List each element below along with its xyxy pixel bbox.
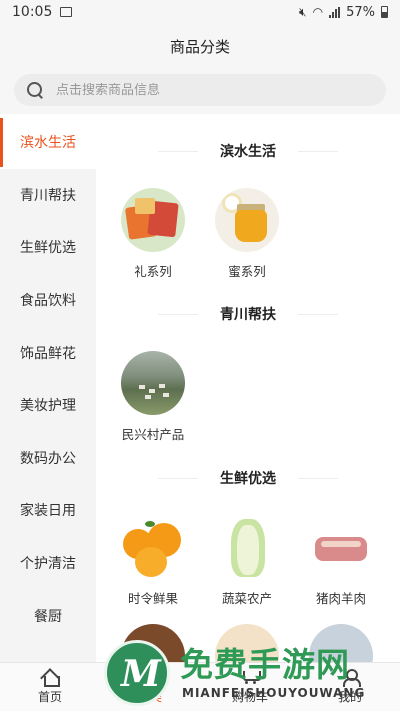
- category-icon: [141, 669, 159, 685]
- category-item-label: 猪肉羊肉: [315, 591, 366, 606]
- honey-jar-image: [215, 188, 279, 252]
- category-item-label: 民兴村产品: [121, 427, 185, 442]
- search-bar[interactable]: [14, 74, 386, 106]
- category-item-partial[interactable]: [106, 624, 200, 662]
- category-item-minxing-village[interactable]: 民兴村产品: [106, 351, 200, 443]
- search-bar-container: [0, 68, 400, 114]
- battery-icon: [381, 6, 388, 18]
- signal-icon: [329, 6, 341, 18]
- sidebar-item-food-drinks[interactable]: 食品饮料: [0, 274, 96, 327]
- eggs-image: [215, 624, 279, 662]
- category-item-gift[interactable]: 礼系列: [106, 188, 200, 280]
- search-icon: [26, 81, 44, 99]
- product-image: [121, 624, 185, 662]
- sidebar-item-personal-cleaning[interactable]: 个护清洁: [0, 537, 96, 590]
- section-title: 滨水生活: [96, 141, 400, 161]
- sidebar-item-label: 青川帮扶: [20, 187, 76, 204]
- status-bar: 10:05 🔇︎ ◠ 57%: [0, 0, 400, 24]
- tab-category[interactable]: 分类: [100, 663, 200, 711]
- sidebar-item-label: 餐厨: [34, 608, 62, 625]
- category-content: 滨水生活 礼系列 蜜系列 青川帮扶 民兴村产品 生鲜优选 时令鲜果 蔬菜农产 猪…: [96, 116, 400, 662]
- tab-label: 首页: [37, 690, 62, 704]
- sidebar-item-accessories-flowers[interactable]: 饰品鲜花: [0, 326, 96, 379]
- category-item-pork-mutton[interactable]: 猪肉羊肉: [294, 515, 388, 607]
- bottom-tab-bar: 首页 分类 购物车 我的: [0, 662, 400, 711]
- category-item-label: 蔬菜农产: [221, 591, 272, 606]
- section-title: 生鲜优选: [96, 468, 400, 488]
- sidebar-item-qingchuan-aid[interactable]: 青川帮扶: [0, 169, 96, 222]
- category-item-honey[interactable]: 蜜系列: [200, 188, 294, 280]
- sidebar-item-beauty-care[interactable]: 美妆护理: [0, 379, 96, 432]
- status-right: 🔇︎ ◠ 57%: [299, 5, 388, 20]
- battery-percent: 57%: [346, 4, 375, 20]
- category-sidebar: 滨水生活 青川帮扶 生鲜优选 食品饮料 饰品鲜花 美妆护理 数码办公 家装日用 …: [0, 116, 96, 662]
- search-input[interactable]: [56, 82, 374, 98]
- sidebar-item-label: 美妆护理: [20, 398, 76, 415]
- section-title: 青川帮扶: [96, 304, 400, 324]
- pork-image: [309, 515, 373, 579]
- mute-icon: 🔇︎: [299, 4, 307, 19]
- sidebar-item-label: 饰品鲜花: [20, 345, 76, 362]
- sidebar-item-label: 家装日用: [20, 503, 76, 520]
- orange-image: [121, 515, 185, 579]
- page-header: 商品分类: [0, 24, 400, 68]
- gift-box-image: [121, 188, 185, 252]
- home-icon: [41, 669, 60, 687]
- tab-profile[interactable]: 我的: [300, 663, 400, 711]
- category-item-label: 时令鲜果: [127, 591, 178, 606]
- status-time: 10:05: [12, 4, 53, 20]
- tab-label: 我的: [337, 690, 362, 704]
- category-item-label: 礼系列: [134, 264, 172, 279]
- sidebar-item-label: 数码办公: [20, 450, 76, 467]
- tab-label: 购物车: [231, 690, 268, 704]
- sidebar-item-label: 生鲜优选: [20, 240, 76, 257]
- image-notification-icon: [60, 7, 73, 17]
- tab-home[interactable]: 首页: [0, 663, 100, 711]
- wifi-icon: ◠: [312, 5, 324, 19]
- category-item-partial[interactable]: [294, 624, 388, 662]
- sidebar-item-label: 滨水生活: [20, 135, 76, 152]
- category-item-vegetables[interactable]: 蔬菜农产: [200, 515, 294, 607]
- category-item-seasonal-fruit[interactable]: 时令鲜果: [106, 515, 200, 607]
- category-item-partial[interactable]: [200, 624, 294, 662]
- cart-icon: [240, 669, 261, 685]
- user-icon: [341, 669, 361, 687]
- sidebar-item-home-daily[interactable]: 家装日用: [0, 484, 96, 537]
- sidebar-item-label: 食品饮料: [20, 293, 76, 310]
- sidebar-item-fresh-select[interactable]: 生鲜优选: [0, 221, 96, 274]
- category-item-label: 蜜系列: [228, 264, 266, 279]
- sidebar-item-binshui-life[interactable]: 滨水生活: [0, 116, 96, 169]
- page-title: 商品分类: [169, 37, 230, 56]
- sidebar-item-label: 个护清洁: [20, 556, 76, 573]
- tab-label: 分类: [137, 690, 162, 704]
- sidebar-item-digital-office[interactable]: 数码办公: [0, 432, 96, 485]
- village-image: [121, 351, 185, 415]
- sidebar-item-kitchen[interactable]: 餐厨: [0, 589, 96, 642]
- cabbage-image: [215, 515, 279, 579]
- seafood-image: [309, 624, 373, 662]
- tab-cart[interactable]: 购物车: [200, 663, 300, 711]
